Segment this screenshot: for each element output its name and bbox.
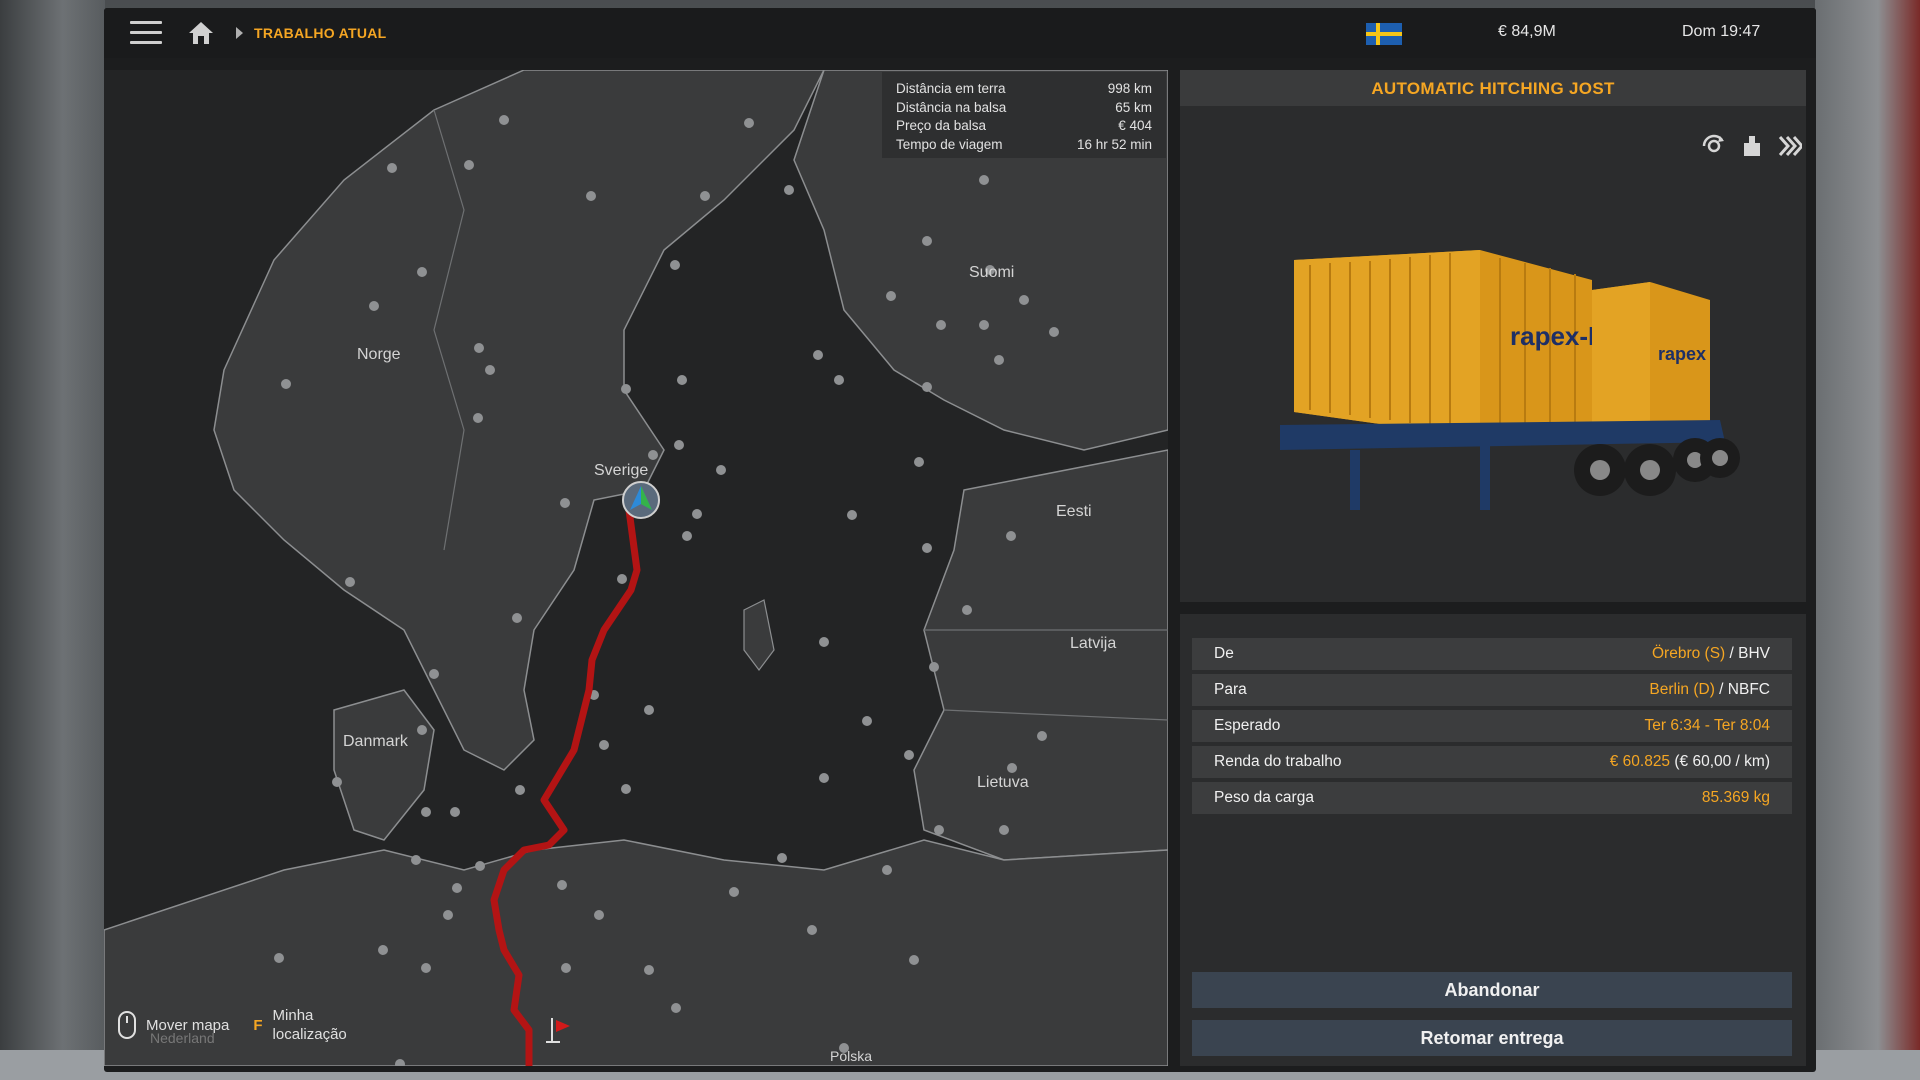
ferry-price-row: Preço da balsa € 404 — [896, 117, 1152, 136]
map-label-eesti: Eesti — [1056, 503, 1092, 520]
income-rate: (€ 60,00 / km) — [1670, 753, 1770, 770]
hamburger-menu-icon[interactable] — [130, 21, 162, 45]
my-location-line2: localização — [272, 1026, 347, 1043]
land-distance-row: Distância em terra 998 km — [896, 80, 1152, 99]
from-label: De — [1214, 645, 1234, 662]
rotate-view-icon[interactable] — [1702, 134, 1726, 158]
income-label: Renda do trabalho — [1214, 753, 1342, 770]
map-label-polska: Polska — [830, 1048, 873, 1064]
ferry-distance-row: Distância na balsa 65 km — [896, 99, 1152, 118]
weight-label: Peso da carga — [1214, 789, 1314, 806]
from-city: Örebro (S) — [1651, 645, 1726, 662]
to-label: Para — [1214, 681, 1247, 698]
travel-time-value: 16 hr 52 min — [1076, 136, 1152, 152]
to-company: / NBFC — [1714, 681, 1770, 698]
top-bar: TRABALHO ATUAL € 84,9M Dom 19:47 — [104, 8, 1816, 58]
map-label-latvija: Latvija — [1070, 635, 1117, 652]
to-city: Berlin (D) — [1649, 681, 1715, 698]
job-window: TRABALHO ATUAL € 84,9M Dom 19:47 Norge S… — [104, 8, 1816, 1072]
ferry-distance-value: 65 km — [1115, 99, 1152, 115]
job-details-panel: De Örebro (S) / BHV Para Berlin (D) / NB… — [1180, 614, 1806, 1066]
from-row: De Örebro (S) / BHV — [1192, 638, 1792, 670]
garage-wall-right — [1815, 0, 1920, 1080]
to-value: Berlin (D) / NBFC — [1649, 681, 1770, 699]
cargo-box-icon[interactable] — [1740, 134, 1764, 158]
land-distance-label: Distância em terra — [896, 81, 1006, 96]
land-distance-value: 998 km — [1107, 81, 1152, 96]
expected-value: Ter 6:34 - Ter 8:04 — [1644, 717, 1770, 734]
trailer-title: AUTOMATIC HITCHING JOST — [1371, 79, 1615, 98]
svg-text:rapex-Lloyd: rapex-Lloyd — [1510, 321, 1657, 351]
fast-forward-icon[interactable] — [1778, 134, 1805, 158]
map-graphic — [104, 70, 1168, 1066]
route-info-box: Distância em terra 998 km Distância na b… — [882, 72, 1166, 158]
mouse-icon — [118, 1011, 136, 1039]
income-value: € 60.825 (€ 60,00 / km) — [1610, 753, 1770, 771]
from-value: Örebro (S) / BHV — [1652, 645, 1770, 663]
from-company: / BHV — [1725, 645, 1771, 662]
garage-wall-left — [0, 0, 105, 1080]
map-label-danmark: Danmark — [343, 733, 408, 750]
travel-time-row: Tempo de viagem 16 hr 52 min — [896, 136, 1152, 155]
breadcrumb[interactable]: TRABALHO ATUAL — [254, 25, 387, 41]
svg-text:rapex: rapex — [1658, 344, 1706, 364]
income-amount: € 60.825 — [1609, 753, 1671, 770]
ferry-price-value: € 404 — [1118, 118, 1152, 133]
travel-time-label: Tempo de viagem — [896, 136, 1003, 152]
game-clock: Dom 19:47 — [1682, 23, 1761, 40]
map-label-suomi: Suomi — [969, 264, 1015, 281]
ferry-price-label: Preço da balsa — [896, 118, 987, 133]
expected-label: Esperado — [1214, 717, 1281, 734]
home-icon[interactable] — [188, 21, 214, 45]
move-map-hint: Mover mapa — [146, 1016, 230, 1034]
to-row: Para Berlin (D) / NBFC — [1192, 674, 1792, 706]
money-balance: € 84,9M — [1498, 23, 1556, 40]
weight-value: 85.369 kg — [1701, 789, 1770, 806]
trailer-panel: AUTOMATIC HITCHING JOST rapex-Lloyd rape… — [1180, 70, 1806, 602]
route-map[interactable]: Norge Sverige Suomi Eesti Latvija Lietuv… — [104, 70, 1168, 1066]
map-controls-hint: Mover mapa F Minha localização — [118, 1006, 347, 1044]
income-row: Renda do trabalho € 60.825 (€ 60,00 / km… — [1192, 746, 1792, 778]
map-label-norge: Norge — [357, 346, 401, 363]
map-label-lietuva: Lietuva — [977, 774, 1029, 791]
expected-row: Esperado Ter 6:34 - Ter 8:04 — [1192, 710, 1792, 742]
my-location-line1: Minha — [272, 1007, 314, 1024]
weight-row: Peso da carga 85.369 kg — [1192, 782, 1792, 814]
sweden-flag-icon — [1366, 23, 1402, 45]
abandon-button[interactable]: Abandonar — [1192, 972, 1792, 1008]
breadcrumb-arrow-icon — [236, 27, 243, 39]
key-f-hint: F — [253, 1016, 263, 1034]
my-location-hint[interactable]: Minha localização — [273, 1006, 347, 1044]
map-label-sverige: Sverige — [594, 462, 649, 479]
ferry-distance-label: Distância na balsa — [896, 99, 1007, 115]
resume-delivery-button[interactable]: Retomar entrega — [1192, 1020, 1792, 1056]
